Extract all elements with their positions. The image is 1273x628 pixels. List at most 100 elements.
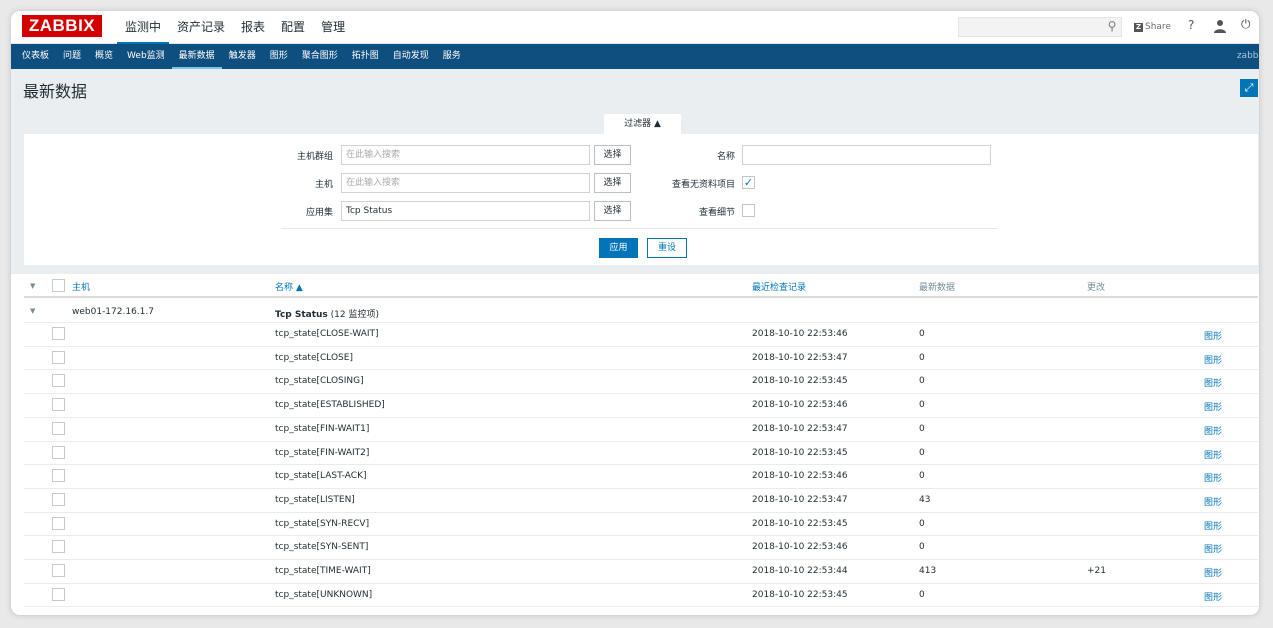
host-group-input[interactable]: 在此输入搜索	[341, 145, 590, 165]
item-last-value: 0	[919, 329, 925, 339]
top-menu-administration[interactable]: 管理	[313, 11, 353, 44]
nav-web[interactable]: Web监测	[120, 44, 172, 69]
item-last-check: 2018-10-10 22:53:45	[752, 589, 848, 600]
table-gap	[11, 265, 1259, 274]
host-group-select-button[interactable]: 选择	[594, 145, 631, 165]
reset-button[interactable]: 重设	[647, 238, 687, 258]
nav-screens[interactable]: 聚合图形	[295, 44, 345, 69]
item-name: tcp_state[SYN-RECV]	[275, 518, 370, 529]
item-last-value: 0	[919, 471, 925, 482]
row-checkbox[interactable]	[52, 492, 65, 506]
item-last-value: 0	[919, 400, 925, 411]
apply-button[interactable]: 应用	[599, 238, 638, 258]
item-name: tcp_state[FIN-WAIT2]	[275, 447, 370, 458]
filter-tab[interactable]: 过滤器 ▲	[604, 114, 681, 134]
item-last-check: 2018-10-10 22:53:47	[752, 352, 848, 363]
filter-panel	[24, 134, 1258, 266]
checkmark-icon: ✓	[743, 176, 754, 189]
nav-dashboard[interactable]: 仪表板	[15, 44, 56, 69]
fullscreen-icon: ⤢	[1244, 81, 1254, 94]
row-checkbox[interactable]	[52, 516, 65, 530]
page-header: 最新数据 ⤢	[11, 69, 1259, 105]
row-checkbox[interactable]	[52, 327, 65, 340]
top-menu-configuration[interactable]: 配置	[273, 11, 313, 44]
item-last-value: 0	[919, 518, 925, 529]
group-application-name: Tcp Status	[275, 310, 328, 320]
select-all-checkbox[interactable]	[52, 279, 65, 292]
column-last-value: 最新数据	[919, 283, 956, 293]
column-change: 更改	[1087, 283, 1106, 293]
row-divider	[24, 582, 1258, 584]
nav-graphs[interactable]: 图形	[263, 44, 295, 69]
graph-link[interactable]: 图形	[1204, 471, 1222, 484]
row-divider	[24, 369, 1258, 371]
row-checkbox[interactable]	[52, 469, 65, 483]
top-menu-inventory[interactable]: 资产记录	[169, 11, 233, 44]
item-last-check: 2018-10-10 22:53:46	[752, 471, 848, 482]
group-collapse-icon[interactable]: ▼	[30, 307, 35, 315]
global-search-input[interactable]	[958, 17, 1122, 37]
group-application: Tcp Status (12 监控项)	[275, 307, 379, 320]
row-checkbox[interactable]	[52, 350, 65, 364]
graph-link[interactable]: 图形	[1204, 424, 1222, 437]
show-details-checkbox[interactable]	[742, 204, 755, 217]
nav-overview[interactable]: 概览	[88, 44, 120, 69]
sign-out-icon[interactable]: ⏻	[1241, 17, 1251, 32]
item-name: tcp_state[ESTABLISHED]	[275, 400, 385, 411]
host-input[interactable]: 在此输入搜索	[341, 173, 590, 193]
top-menu-reports[interactable]: 报表	[233, 11, 273, 44]
row-checkbox[interactable]	[52, 398, 65, 412]
item-name: tcp_state[TIME-WAIT]	[275, 566, 371, 576]
graph-link[interactable]: 图形	[1204, 448, 1222, 461]
row-checkbox[interactable]	[52, 540, 65, 554]
graph-link[interactable]: 图形	[1204, 542, 1222, 555]
item-change: +21	[1087, 566, 1106, 576]
item-last-check: 2018-10-10 22:53:47	[752, 494, 848, 505]
show-no-data-label: 查看无资料项目	[671, 180, 735, 190]
graph-link[interactable]: 图形	[1204, 495, 1222, 508]
row-checkbox[interactable]	[52, 445, 65, 459]
graph-link[interactable]: 图形	[1204, 353, 1222, 366]
search-icon[interactable]: ⚲	[1105, 19, 1119, 33]
row-divider	[24, 511, 1258, 513]
top-menu-monitoring[interactable]: 监测中	[117, 11, 170, 44]
nav-triggers[interactable]: 触发器	[222, 44, 263, 69]
show-no-data-checkbox[interactable]: ✓	[742, 176, 755, 189]
nav-services[interactable]: 服务	[436, 44, 468, 69]
row-checkbox[interactable]	[52, 421, 65, 435]
column-last-check[interactable]: 最近检查记录	[752, 280, 806, 293]
help-icon[interactable]: ?	[1188, 18, 1194, 32]
graph-link[interactable]: 图形	[1204, 376, 1222, 389]
graph-link[interactable]: 图形	[1204, 519, 1222, 532]
nav-maps[interactable]: 拓扑图	[345, 44, 386, 69]
application-input[interactable]: Tcp Status	[341, 201, 590, 221]
column-name[interactable]: 名称 ▲	[275, 280, 303, 293]
graph-link[interactable]: 图形	[1204, 400, 1222, 413]
fullscreen-button[interactable]: ⤢	[1240, 79, 1258, 97]
graph-link[interactable]: 图形	[1204, 566, 1222, 579]
collapse-all-icon[interactable]: ▼	[30, 282, 35, 290]
nav-discovery[interactable]: 自动发现	[386, 44, 436, 69]
app-window: ZABBIX 监测中 资产记录 报表 配置 管理 ⚲ Z Share ? ⏻ 仪…	[10, 10, 1260, 616]
share-button[interactable]: Z Share	[1134, 20, 1171, 34]
share-label: Share	[1145, 22, 1171, 32]
top-menu: 监测中 资产记录 报表 配置 管理	[117, 11, 353, 44]
item-name: tcp_state[CLOSE-WAIT]	[275, 329, 379, 339]
application-label: 应用集	[305, 208, 333, 218]
row-checkbox[interactable]	[52, 587, 65, 601]
row-divider	[24, 440, 1258, 442]
top-bar: ZABBIX 监测中 资产记录 报表 配置 管理 ⚲ Z Share ? ⏻	[11, 11, 1259, 44]
zabbix-logo[interactable]: ZABBIX	[22, 15, 102, 37]
name-input[interactable]	[742, 145, 991, 165]
graph-link[interactable]: 图形	[1204, 329, 1222, 342]
nav-latest-data[interactable]: 最新数据	[171, 44, 222, 69]
application-select-button[interactable]: 选择	[594, 201, 631, 221]
row-checkbox[interactable]	[52, 564, 65, 577]
graph-link[interactable]: 图形	[1204, 590, 1222, 603]
column-host[interactable]: 主机	[72, 280, 90, 293]
nav-problems[interactable]: 问题	[56, 44, 88, 69]
row-divider	[24, 606, 1258, 608]
row-checkbox[interactable]	[52, 374, 65, 388]
host-select-button[interactable]: 选择	[594, 173, 631, 193]
user-profile-icon[interactable]	[1214, 19, 1226, 33]
